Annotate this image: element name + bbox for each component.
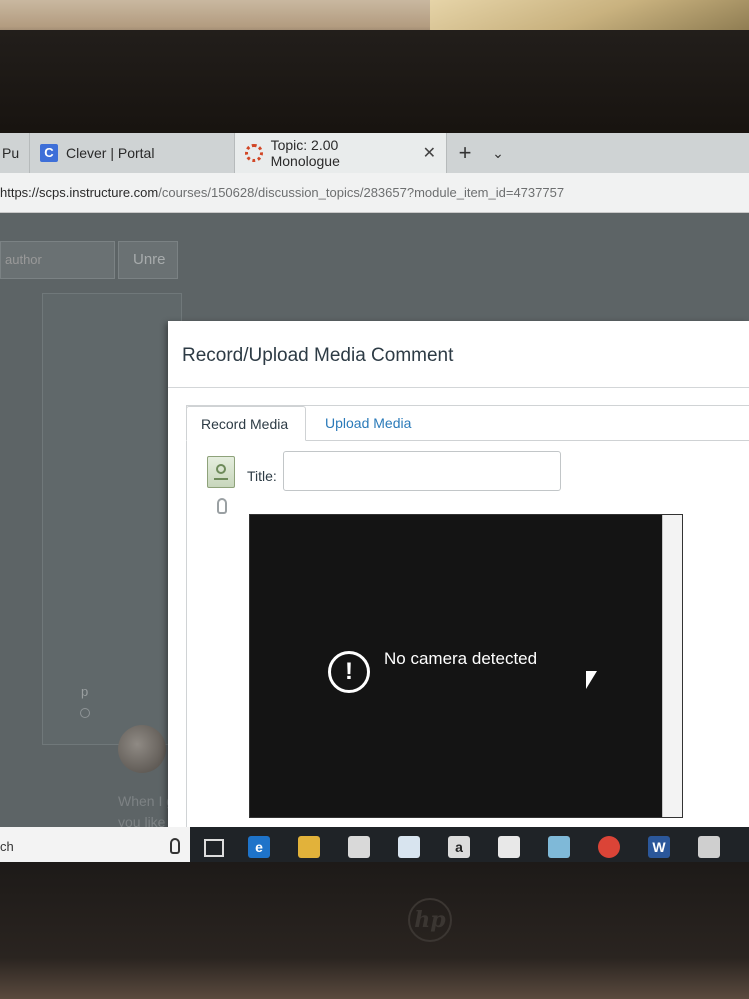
- chevron-down-icon[interactable]: ⌄: [483, 145, 513, 162]
- entry-card: p: [42, 293, 182, 745]
- unread-filter[interactable]: Unre: [118, 241, 178, 279]
- scrollbar[interactable]: [662, 515, 682, 817]
- discussion-page: author Unre p When I go to the grocery s…: [0, 213, 749, 863]
- microphone-icon[interactable]: [170, 838, 180, 854]
- edge-icon[interactable]: e: [234, 827, 284, 863]
- task-view-icon[interactable]: [190, 827, 234, 863]
- webcam-icon[interactable]: [207, 456, 235, 488]
- search-text: ch: [0, 839, 14, 854]
- microphone-icon[interactable]: [217, 498, 227, 514]
- background-cloth: [430, 0, 749, 34]
- file-explorer-icon[interactable]: [284, 827, 334, 863]
- tab-partial[interactable]: Pu: [0, 133, 30, 173]
- mail-icon[interactable]: [484, 827, 534, 863]
- word-icon[interactable]: W: [634, 827, 684, 863]
- tab-label: Pu: [2, 145, 20, 161]
- media-panel: Record Media Upload Media Title: ! No ca…: [186, 405, 749, 849]
- alert-icon: !: [328, 651, 370, 693]
- tab-record-media[interactable]: Record Media: [186, 406, 306, 441]
- unread-indicator[interactable]: [80, 708, 90, 718]
- store-icon[interactable]: [334, 827, 384, 863]
- clever-logo-icon: C: [40, 144, 58, 162]
- chrome-icon[interactable]: [584, 827, 634, 863]
- dialog-title: Record/Upload Media Comment: [182, 345, 454, 366]
- monitor-bezel-bottom: [0, 862, 749, 999]
- camera-status-message: No camera detected: [384, 649, 538, 668]
- box-icon[interactable]: [684, 827, 734, 863]
- close-icon[interactable]: ✕: [423, 143, 436, 163]
- dropbox-icon[interactable]: [384, 827, 434, 863]
- browser-tab-bar: Pu C Clever | Portal Topic: 2.00 Monolog…: [0, 133, 749, 173]
- mouse-cursor-icon: [586, 671, 597, 689]
- url-host: https://scps.instructure.com: [0, 185, 159, 200]
- new-tab-icon[interactable]: +: [447, 140, 483, 166]
- hp-logo-icon: hp: [408, 898, 452, 942]
- address-bar[interactable]: https://scps.instructure.com/courses/150…: [0, 173, 749, 213]
- amazon-icon[interactable]: a: [434, 827, 484, 863]
- notes-icon[interactable]: [534, 827, 584, 863]
- screen: Pu C Clever | Portal Topic: 2.00 Monolog…: [0, 133, 749, 863]
- canvas-logo-icon: [245, 144, 263, 162]
- tab-upload-media[interactable]: Upload Media: [311, 406, 425, 441]
- webcam-stand: [214, 478, 228, 480]
- tab-label: Clever | Portal: [66, 145, 155, 161]
- media-comment-dialog: Record/Upload Media Comment Record Media…: [168, 321, 749, 863]
- title-label: Title:: [247, 468, 277, 484]
- author-filter[interactable]: author: [0, 241, 115, 279]
- entry-text: p: [81, 684, 89, 699]
- monitor-bezel-top: [0, 30, 749, 140]
- title-input[interactable]: [283, 451, 561, 491]
- webcam-lens: [216, 464, 226, 474]
- divider: [168, 387, 749, 388]
- windows-taskbar: ch e a W: [0, 827, 749, 863]
- camera-preview: ! No camera detected: [249, 514, 683, 818]
- tab-label: Topic: 2.00 Monologue: [270, 137, 340, 169]
- search-box[interactable]: ch: [0, 827, 190, 863]
- avatar: [118, 725, 166, 773]
- tab-clever-portal[interactable]: C Clever | Portal: [30, 133, 235, 173]
- tab-topic-monologue[interactable]: Topic: 2.00 Monologue ✕: [235, 133, 447, 173]
- url-path: /courses/150628/discussion_topics/283657…: [158, 185, 565, 200]
